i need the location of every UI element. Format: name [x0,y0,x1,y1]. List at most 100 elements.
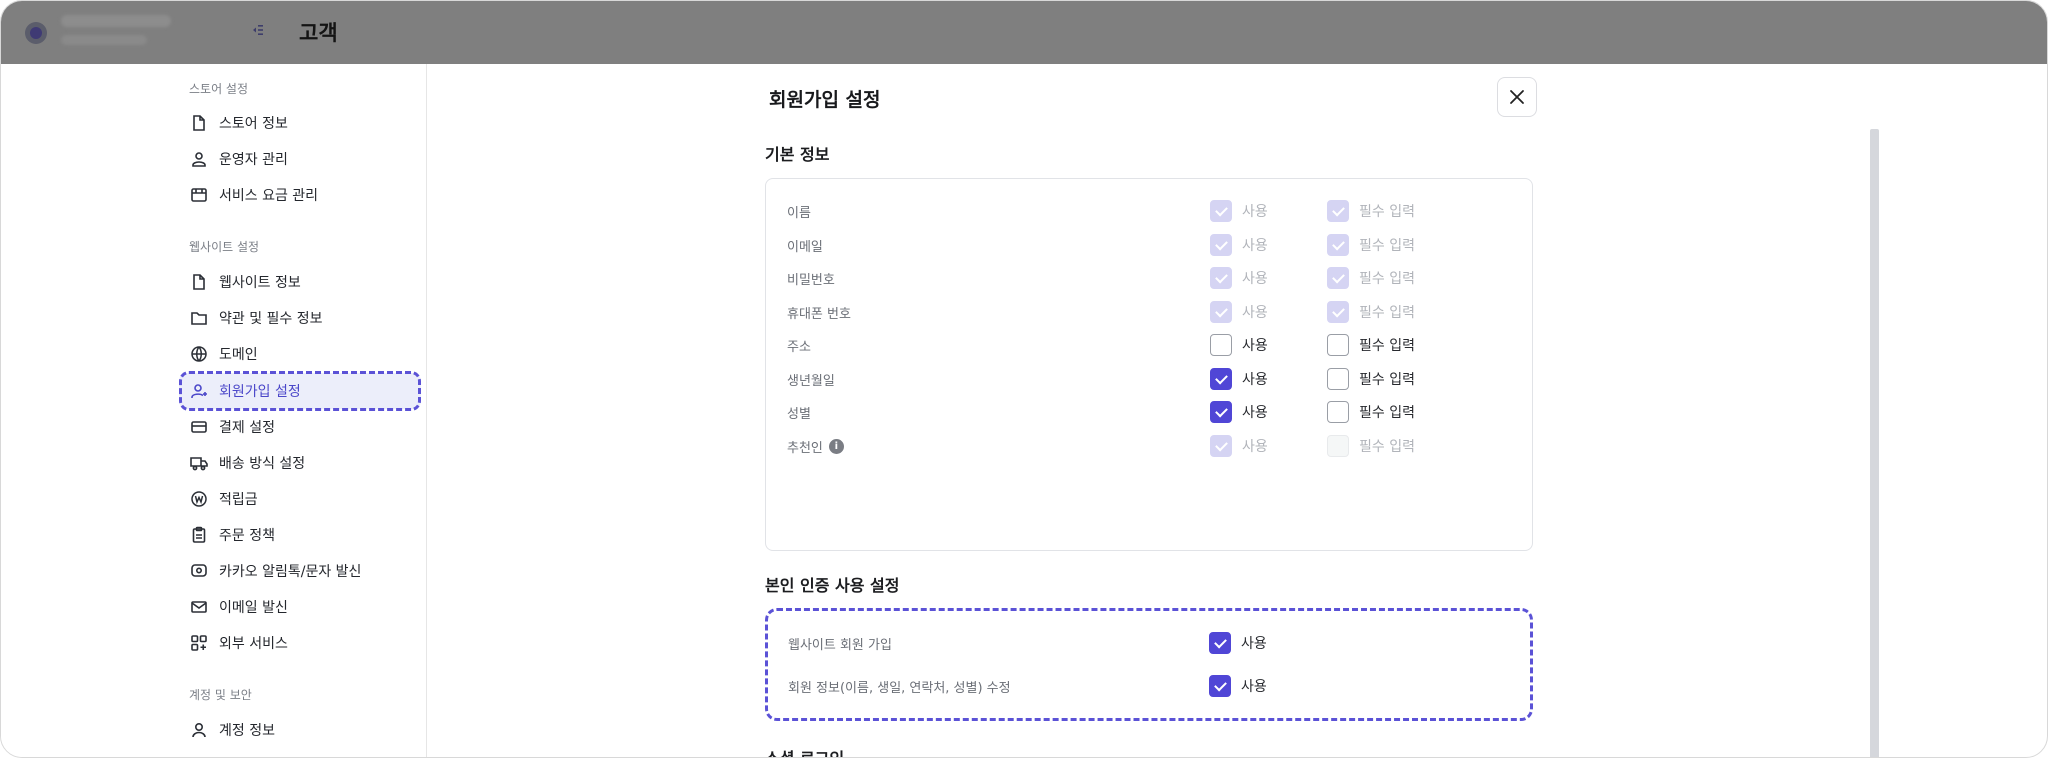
field-row: 비밀번호 사용 필수 입력 [766,267,1532,291]
use-option[interactable]: 사용 [1209,675,1267,697]
use-checkbox [1210,200,1232,222]
sidebar-item-label: 배송 방식 설정 [219,456,306,472]
use-option[interactable]: 사용 [1210,234,1268,256]
field-name: 생년월일 [787,370,835,389]
required-checkbox[interactable] [1327,334,1349,356]
field-name: 추천인 i [787,437,844,456]
required-option[interactable]: 필수 입력 [1327,435,1415,457]
sidebar-item-label: 카카오 알림톡/문자 발신 [219,564,362,580]
apps-grid-icon [189,633,209,653]
checkbox-label: 필수 입력 [1359,439,1415,455]
checkbox-label: 사용 [1241,636,1267,652]
use-option[interactable]: 사용 [1209,632,1267,654]
workspace-name-blurred [61,15,171,27]
section-title-basic-info: 기본 정보 [765,145,830,164]
checkbox-label: 사용 [1242,305,1268,321]
use-option[interactable]: 사용 [1210,334,1268,356]
checkbox-label: 사용 [1242,405,1268,421]
sidebar-item-terms[interactable]: 약관 및 필수 정보 [179,300,421,336]
required-option[interactable]: 필수 입력 [1327,334,1415,356]
sidebar-item-label: 적립금 [219,492,258,508]
required-checkbox [1327,435,1349,457]
folder-icon [189,308,209,328]
required-checkbox [1327,301,1349,323]
checkbox-label: 사용 [1242,204,1268,220]
use-option[interactable]: 사용 [1210,200,1268,222]
field-label: 웹사이트 회원 가입 [788,638,892,653]
sidebar-item-label: 서비스 요금 관리 [219,188,319,204]
field-label: 생년월일 [787,374,835,389]
required-option[interactable]: 필수 입력 [1327,368,1415,390]
field-label: 이메일 [787,240,823,255]
sidebar-item-billing[interactable]: 서비스 요금 관리 [179,177,421,213]
use-checkbox [1210,267,1232,289]
section-title-verification: 본인 인증 사용 설정 [765,576,900,595]
sidebar-item-domain[interactable]: 도메인 [179,336,421,372]
use-option[interactable]: 사용 [1210,267,1268,289]
required-checkbox[interactable] [1327,401,1349,423]
use-checkbox [1210,435,1232,457]
top-header: 고객 [1,1,2047,64]
field-label: 회원 정보(이름, 생일, 연락처, 성별) 수정 [788,681,1011,696]
sidebar-item-store-info[interactable]: 스토어 정보 [179,105,421,141]
use-option[interactable]: 사용 [1210,401,1268,423]
use-option[interactable]: 사용 [1210,301,1268,323]
required-option[interactable]: 필수 입력 [1327,401,1415,423]
verification-row: 웹사이트 회원 가입 사용 [765,632,1533,656]
field-row: 주소 사용 필수 입력 [766,334,1532,358]
sidebar-item-website-info[interactable]: 웹사이트 정보 [179,264,421,300]
field-row: 생년월일 사용 필수 입력 [766,368,1532,392]
checkbox-label: 사용 [1242,271,1268,287]
use-option[interactable]: 사용 [1210,368,1268,390]
sidebar-section-website: 웹사이트 설정 [189,240,260,254]
modal-title: 회원가입 설정 [769,89,881,111]
info-icon[interactable]: i [828,439,844,454]
basic-info-card: 이름 사용 필수 입력 이메일 사용 필수 입력 비밀번호 사용 필수 입력 휴대폰 번호 사용 필수… [765,178,1533,551]
required-option[interactable]: 필수 입력 [1327,234,1415,256]
sidebar-item-label: 운영자 관리 [219,152,288,168]
use-checkbox[interactable] [1210,368,1232,390]
sidebar-item-label: 결제 설정 [219,420,275,436]
sidebar-item-account-info[interactable]: 계정 정보 [179,712,421,748]
use-checkbox[interactable] [1210,334,1232,356]
checkbox-label: 사용 [1242,439,1268,455]
sidebar-item-email[interactable]: 이메일 발신 [179,589,421,625]
user-icon [189,720,209,740]
sidebar-item-points[interactable]: 적립금 [179,481,421,517]
required-option[interactable]: 필수 입력 [1327,267,1415,289]
payment-card-icon [189,417,209,437]
close-button[interactable] [1497,77,1537,117]
checkbox-label: 사용 [1242,238,1268,254]
sidebar-item-payment[interactable]: 결제 설정 [179,409,421,445]
field-name: 휴대폰 번호 [787,303,851,322]
required-checkbox[interactable] [1327,368,1349,390]
use-checkbox[interactable] [1209,675,1231,697]
field-name: 주소 [787,336,811,355]
sidebar-item-shipping[interactable]: 배송 방식 설정 [179,445,421,481]
checkbox-label: 필수 입력 [1359,238,1415,254]
use-checkbox[interactable] [1209,632,1231,654]
use-option[interactable]: 사용 [1210,435,1268,457]
field-row: 추천인 i 사용 필수 입력 [766,435,1532,459]
required-option[interactable]: 필수 입력 [1327,301,1415,323]
won-coin-icon [189,489,209,509]
sidebar-item-order-policy[interactable]: 주문 정책 [179,517,421,553]
checkbox-label: 사용 [1242,372,1268,388]
field-row: 휴대폰 번호 사용 필수 입력 [766,301,1532,325]
use-checkbox[interactable] [1210,401,1232,423]
sidebar-collapse-icon[interactable] [245,23,267,43]
checkbox-label: 필수 입력 [1359,372,1415,388]
truck-icon [189,453,209,473]
sidebar-item-operators[interactable]: 운영자 관리 [179,141,421,177]
sidebar-item-external-services[interactable]: 외부 서비스 [179,625,421,661]
field-label: 추천인 [787,441,823,456]
sidebar-item-kakao-sms[interactable]: 카카오 알림톡/문자 발신 [179,553,421,589]
globe-icon [189,344,209,364]
sidebar-item-label: 외부 서비스 [219,636,288,652]
sidebar-item-signup-settings[interactable]: 회원가입 설정 [179,373,421,409]
workspace-subtitle-blurred [61,35,147,45]
required-option[interactable]: 필수 입력 [1327,200,1415,222]
section-title-social-login: 소셜 로그인 [765,745,844,757]
modal-scrollbar[interactable] [1870,129,1879,757]
workspace-logo-icon[interactable] [25,22,47,44]
